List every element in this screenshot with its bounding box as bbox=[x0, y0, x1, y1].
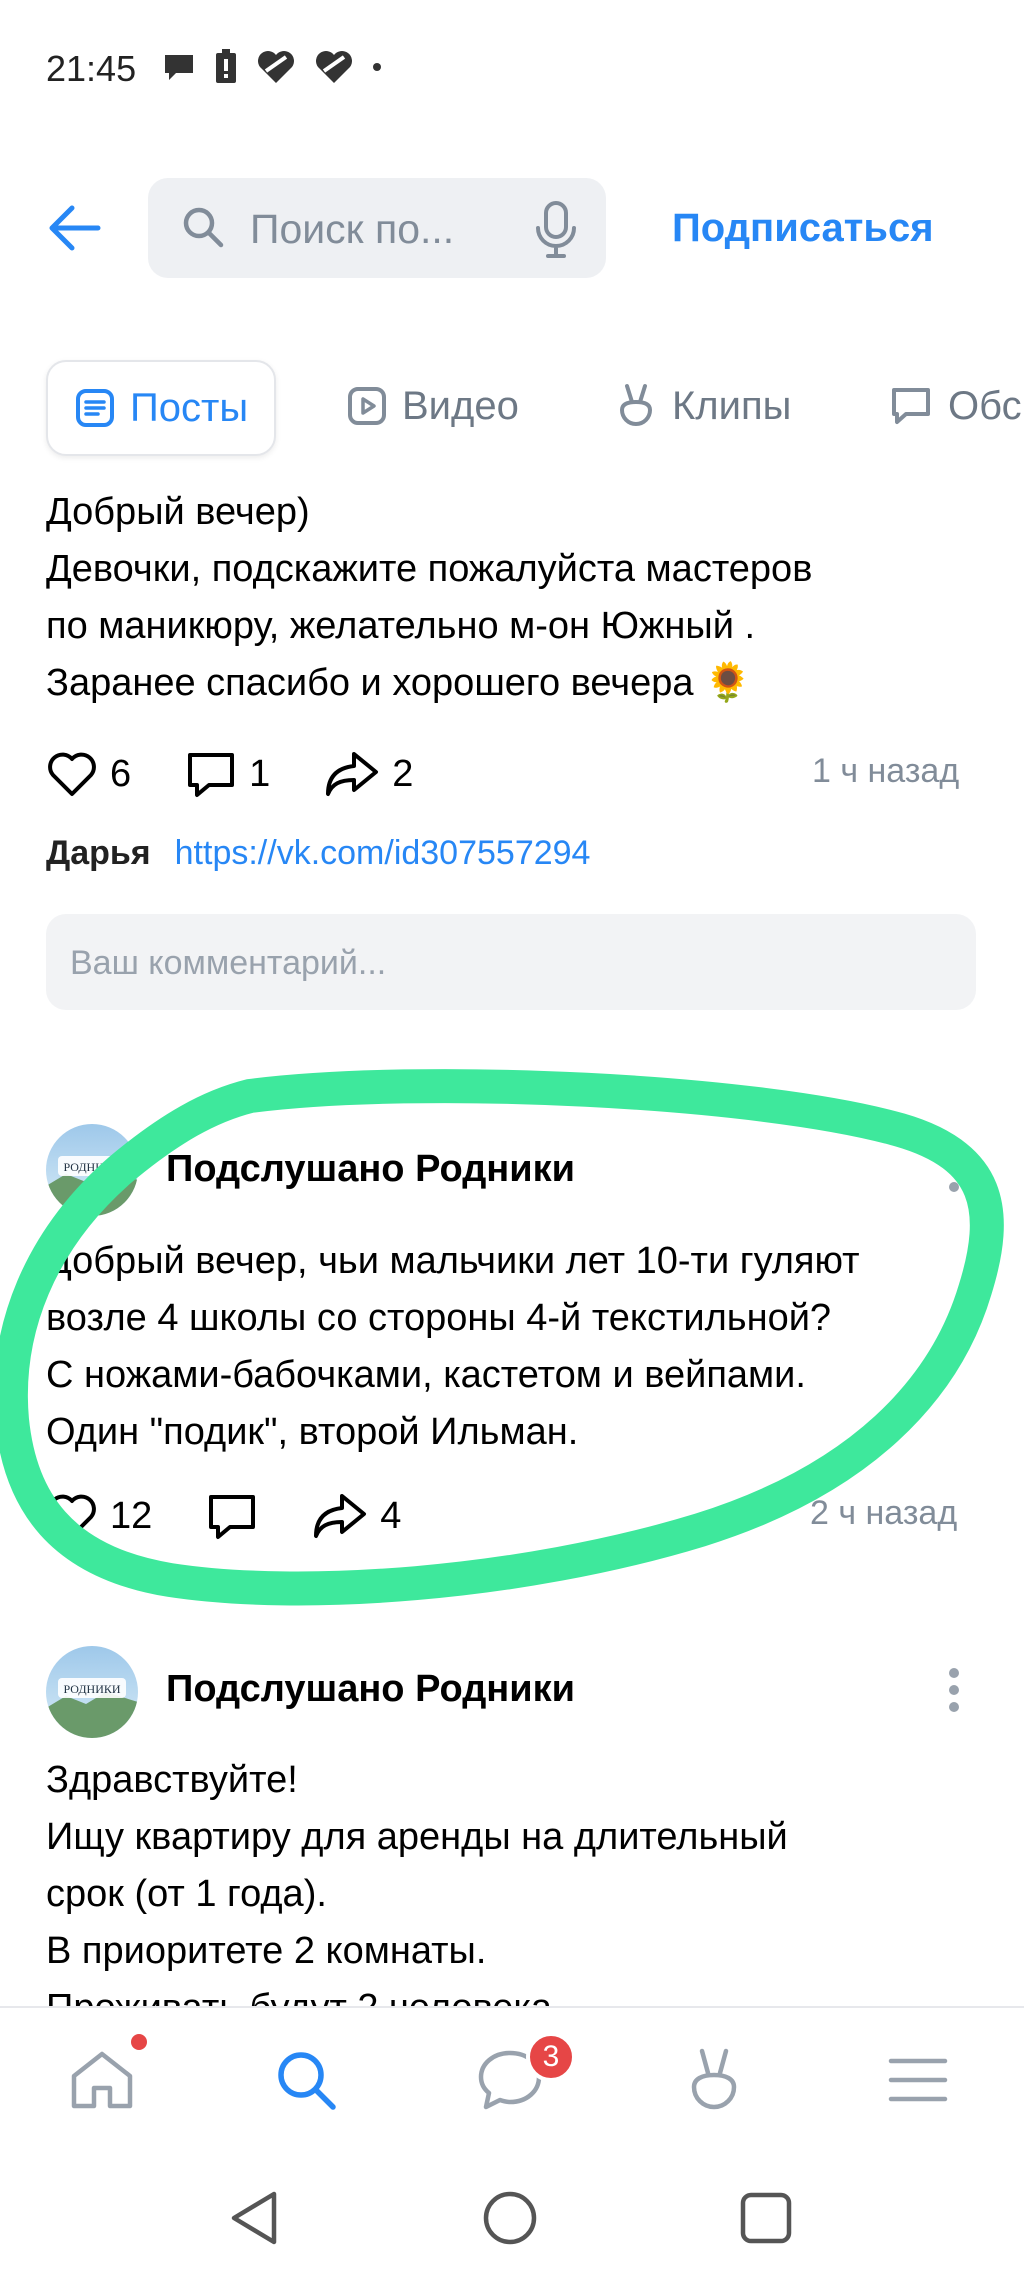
notification-dot bbox=[131, 2034, 147, 2050]
tab-discussions-label: Обс bbox=[948, 383, 1022, 428]
more-notifications-icon bbox=[373, 63, 381, 71]
search-icon bbox=[278, 2052, 336, 2110]
tab-video[interactable]: Видео bbox=[346, 360, 519, 452]
status-icons bbox=[162, 46, 382, 88]
group-avatar[interactable]: РОДНИКИ bbox=[46, 1646, 138, 1738]
system-home-button[interactable] bbox=[470, 2178, 550, 2258]
back-button[interactable] bbox=[42, 196, 106, 260]
comment-placeholder: Ваш комментарий... bbox=[70, 944, 387, 982]
tab-posts-label: Посты bbox=[130, 385, 249, 430]
nav-clips[interactable] bbox=[664, 2030, 764, 2130]
share-count: 2 bbox=[392, 752, 414, 795]
tab-discussions[interactable]: Обс bbox=[888, 360, 1022, 452]
home-icon bbox=[71, 2051, 133, 2109]
comment-count: 1 bbox=[249, 752, 271, 795]
square-recents-icon bbox=[740, 2192, 792, 2244]
comment-author-name[interactable]: Дарья bbox=[46, 834, 151, 873]
heart-app-icon bbox=[258, 51, 294, 83]
nav-menu[interactable] bbox=[868, 2030, 968, 2130]
tab-video-label: Видео bbox=[402, 383, 519, 428]
battery-alert-icon bbox=[216, 49, 236, 83]
messages-badge: 3 bbox=[526, 2032, 576, 2082]
system-recents-button[interactable] bbox=[726, 2178, 806, 2258]
svg-text:РОДНИКИ: РОДНИКИ bbox=[63, 1682, 120, 1696]
discussion-icon bbox=[892, 388, 930, 424]
clips-icon bbox=[691, 2048, 737, 2110]
triangle-back-icon bbox=[231, 2191, 277, 2245]
system-back-button[interactable] bbox=[214, 2178, 294, 2258]
group-name[interactable]: Подслушано Родники bbox=[166, 1668, 575, 1711]
status-time: 21:45 bbox=[46, 48, 137, 89]
post-actions: 6 1 2 bbox=[46, 750, 467, 798]
tab-clips-label: Клипы bbox=[672, 383, 792, 428]
nav-search[interactable] bbox=[256, 2030, 356, 2130]
heart-app-icon bbox=[316, 51, 352, 83]
circle-home-icon bbox=[483, 2191, 537, 2245]
search-placeholder: Поиск по... bbox=[250, 206, 455, 252]
menu-icon bbox=[888, 2058, 948, 2102]
share-button[interactable]: 2 bbox=[324, 750, 413, 798]
microphone-icon[interactable] bbox=[534, 200, 578, 265]
like-count: 6 bbox=[110, 752, 132, 795]
more-options-button[interactable] bbox=[934, 1660, 974, 1720]
status-bar bbox=[0, 0, 1024, 140]
search-icon bbox=[180, 204, 226, 255]
chat-notification-icon bbox=[165, 55, 193, 80]
more-vertical-icon bbox=[949, 1668, 959, 1712]
comment-author-link[interactable]: https://vk.com/id307557294 bbox=[175, 834, 591, 873]
subscribe-button[interactable]: Подписаться bbox=[672, 206, 934, 251]
heart-icon bbox=[48, 752, 96, 796]
video-icon bbox=[348, 387, 386, 425]
highlight-annotation bbox=[0, 1069, 1004, 1606]
posts-icon bbox=[76, 389, 114, 427]
like-button[interactable]: 6 bbox=[46, 750, 131, 798]
arrow-left-icon bbox=[49, 205, 101, 251]
post-text: Здравствуйте! Ищу квартиру для аренды на… bbox=[46, 1759, 788, 2006]
post-text: Добрый вечер) Девочки, подскажите пожалу… bbox=[46, 491, 813, 704]
comment-icon bbox=[188, 753, 235, 797]
tab-posts[interactable]: Посты bbox=[46, 360, 277, 456]
comment-button[interactable]: 1 bbox=[185, 750, 270, 798]
share-icon bbox=[326, 752, 379, 796]
post-time: 1 ч назад bbox=[812, 752, 960, 790]
comment-author-line: Дарья https://vk.com/id307557294 bbox=[46, 834, 590, 873]
clips-icon bbox=[619, 384, 653, 426]
tab-clips[interactable]: Клипы bbox=[614, 360, 791, 452]
